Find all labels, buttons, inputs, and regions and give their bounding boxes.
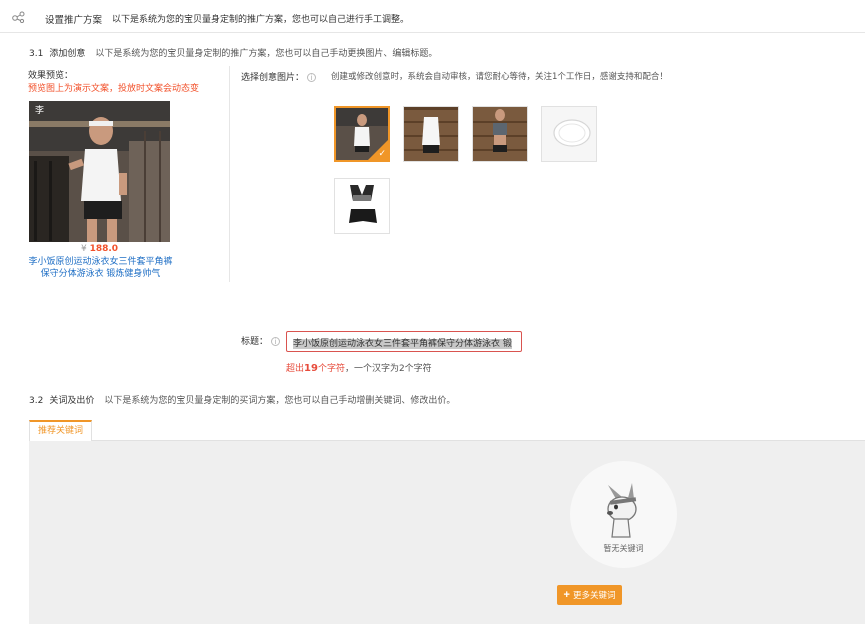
product-price: ¥ 188.0 [29,244,170,254]
preview-note: 预览图上为演示文案，投放时文案会动态变 [28,84,200,94]
thumbnail-image [404,107,458,161]
thumbnail-image [542,107,596,161]
title-label: 标题： i [241,334,280,347]
choose-image-tip: 创建或修改创意时，系统会自动审核，请您耐心等待，关注1个工作日，感谢支持和配合！ [331,72,668,82]
price-currency: ¥ [80,244,87,254]
info-icon[interactable]: i [270,337,280,346]
header-bar: 设置推广方案 以下是系统为您的宝贝量身定制的推广方案，您也可以自己进行手工调整。 [0,0,865,33]
thumbnail-image [473,107,527,161]
creative-image-option-3[interactable] [472,106,528,162]
preview-image: 李 [29,101,170,242]
creative-section-heading: 3.1 添加创意 以下是系统为您的宝贝量身定制的推广方案，您也可以自己手动更换图片、… [29,46,437,59]
header-desc: 以下是系统为您的宝贝量身定制的推广方案，您也可以自己进行手工调整。 [112,15,410,25]
creative-image-option-5[interactable] [334,178,390,234]
more-keywords-label: 更多关键词 [572,590,616,600]
title-input[interactable]: 李小饭原创运动泳衣女三件套平角裤保守分体游泳衣 锻 [286,331,522,352]
svg-text:李: 李 [35,104,44,116]
keyword-section-heading: 3.2 关词及出价 以下是系统为您的宝贝量身定制的买词方案，您也可以自己手动增删关键… [29,393,455,406]
preview-label: 效果预览： [28,71,74,81]
warning-count: 19 [304,363,318,374]
empty-text: 暂无关键词 [603,544,644,553]
choose-image-label: 选择创意图片： i [241,70,316,83]
warning-prefix: 超出 [286,364,305,374]
warning-suffix: ，一个汉字为2个字符 [344,364,432,374]
choose-image-label-text: 选择创意图片： [241,73,305,83]
creative-image-option-4[interactable] [541,106,597,162]
thumbnail-image [335,179,389,233]
info-icon[interactable]: i [306,73,316,82]
section-label: 关词及出价 [49,396,95,406]
creative-image-option-1[interactable]: ✓ [334,106,390,162]
creative-image-option-2[interactable] [403,106,459,162]
section-desc: 以下是系统为您的宝贝量身定制的推广方案，您也可以自己手动更换图片、编辑标题。 [95,49,438,59]
title-length-warning: 超出19个字符，一个汉字为2个字符 [286,361,432,374]
more-keywords-button[interactable]: + 更多关键词 [557,585,622,605]
tab-recommended-keywords[interactable]: 推荐关键词 [29,420,93,441]
title-label-text: 标题： [241,337,269,347]
keyword-panel [29,440,865,624]
warning-unit: 个字符 [317,364,345,374]
section-number: 3.1 [29,49,44,59]
section-number: 3.2 [29,396,44,406]
section-label: 添加创意 [49,49,86,59]
header-title: 设置推广方案 [45,15,103,26]
plus-icon: + [563,589,570,601]
check-icon: ✓ [378,149,386,159]
section-desc: 以下是系统为您的宝贝量身定制的买词方案，您也可以自己手动增删关键词、修改出价。 [104,396,456,406]
share-icon [12,11,25,23]
product-title[interactable]: 李小饭原创运动泳衣女三件套平角裤保守分体游泳衣 锻炼健身帅气 [28,256,173,280]
price-value: 188.0 [89,244,119,254]
title-input-value: 李小饭原创运动泳衣女三件套平角裤保守分体游泳衣 锻 [293,339,512,349]
column-divider [229,66,230,282]
